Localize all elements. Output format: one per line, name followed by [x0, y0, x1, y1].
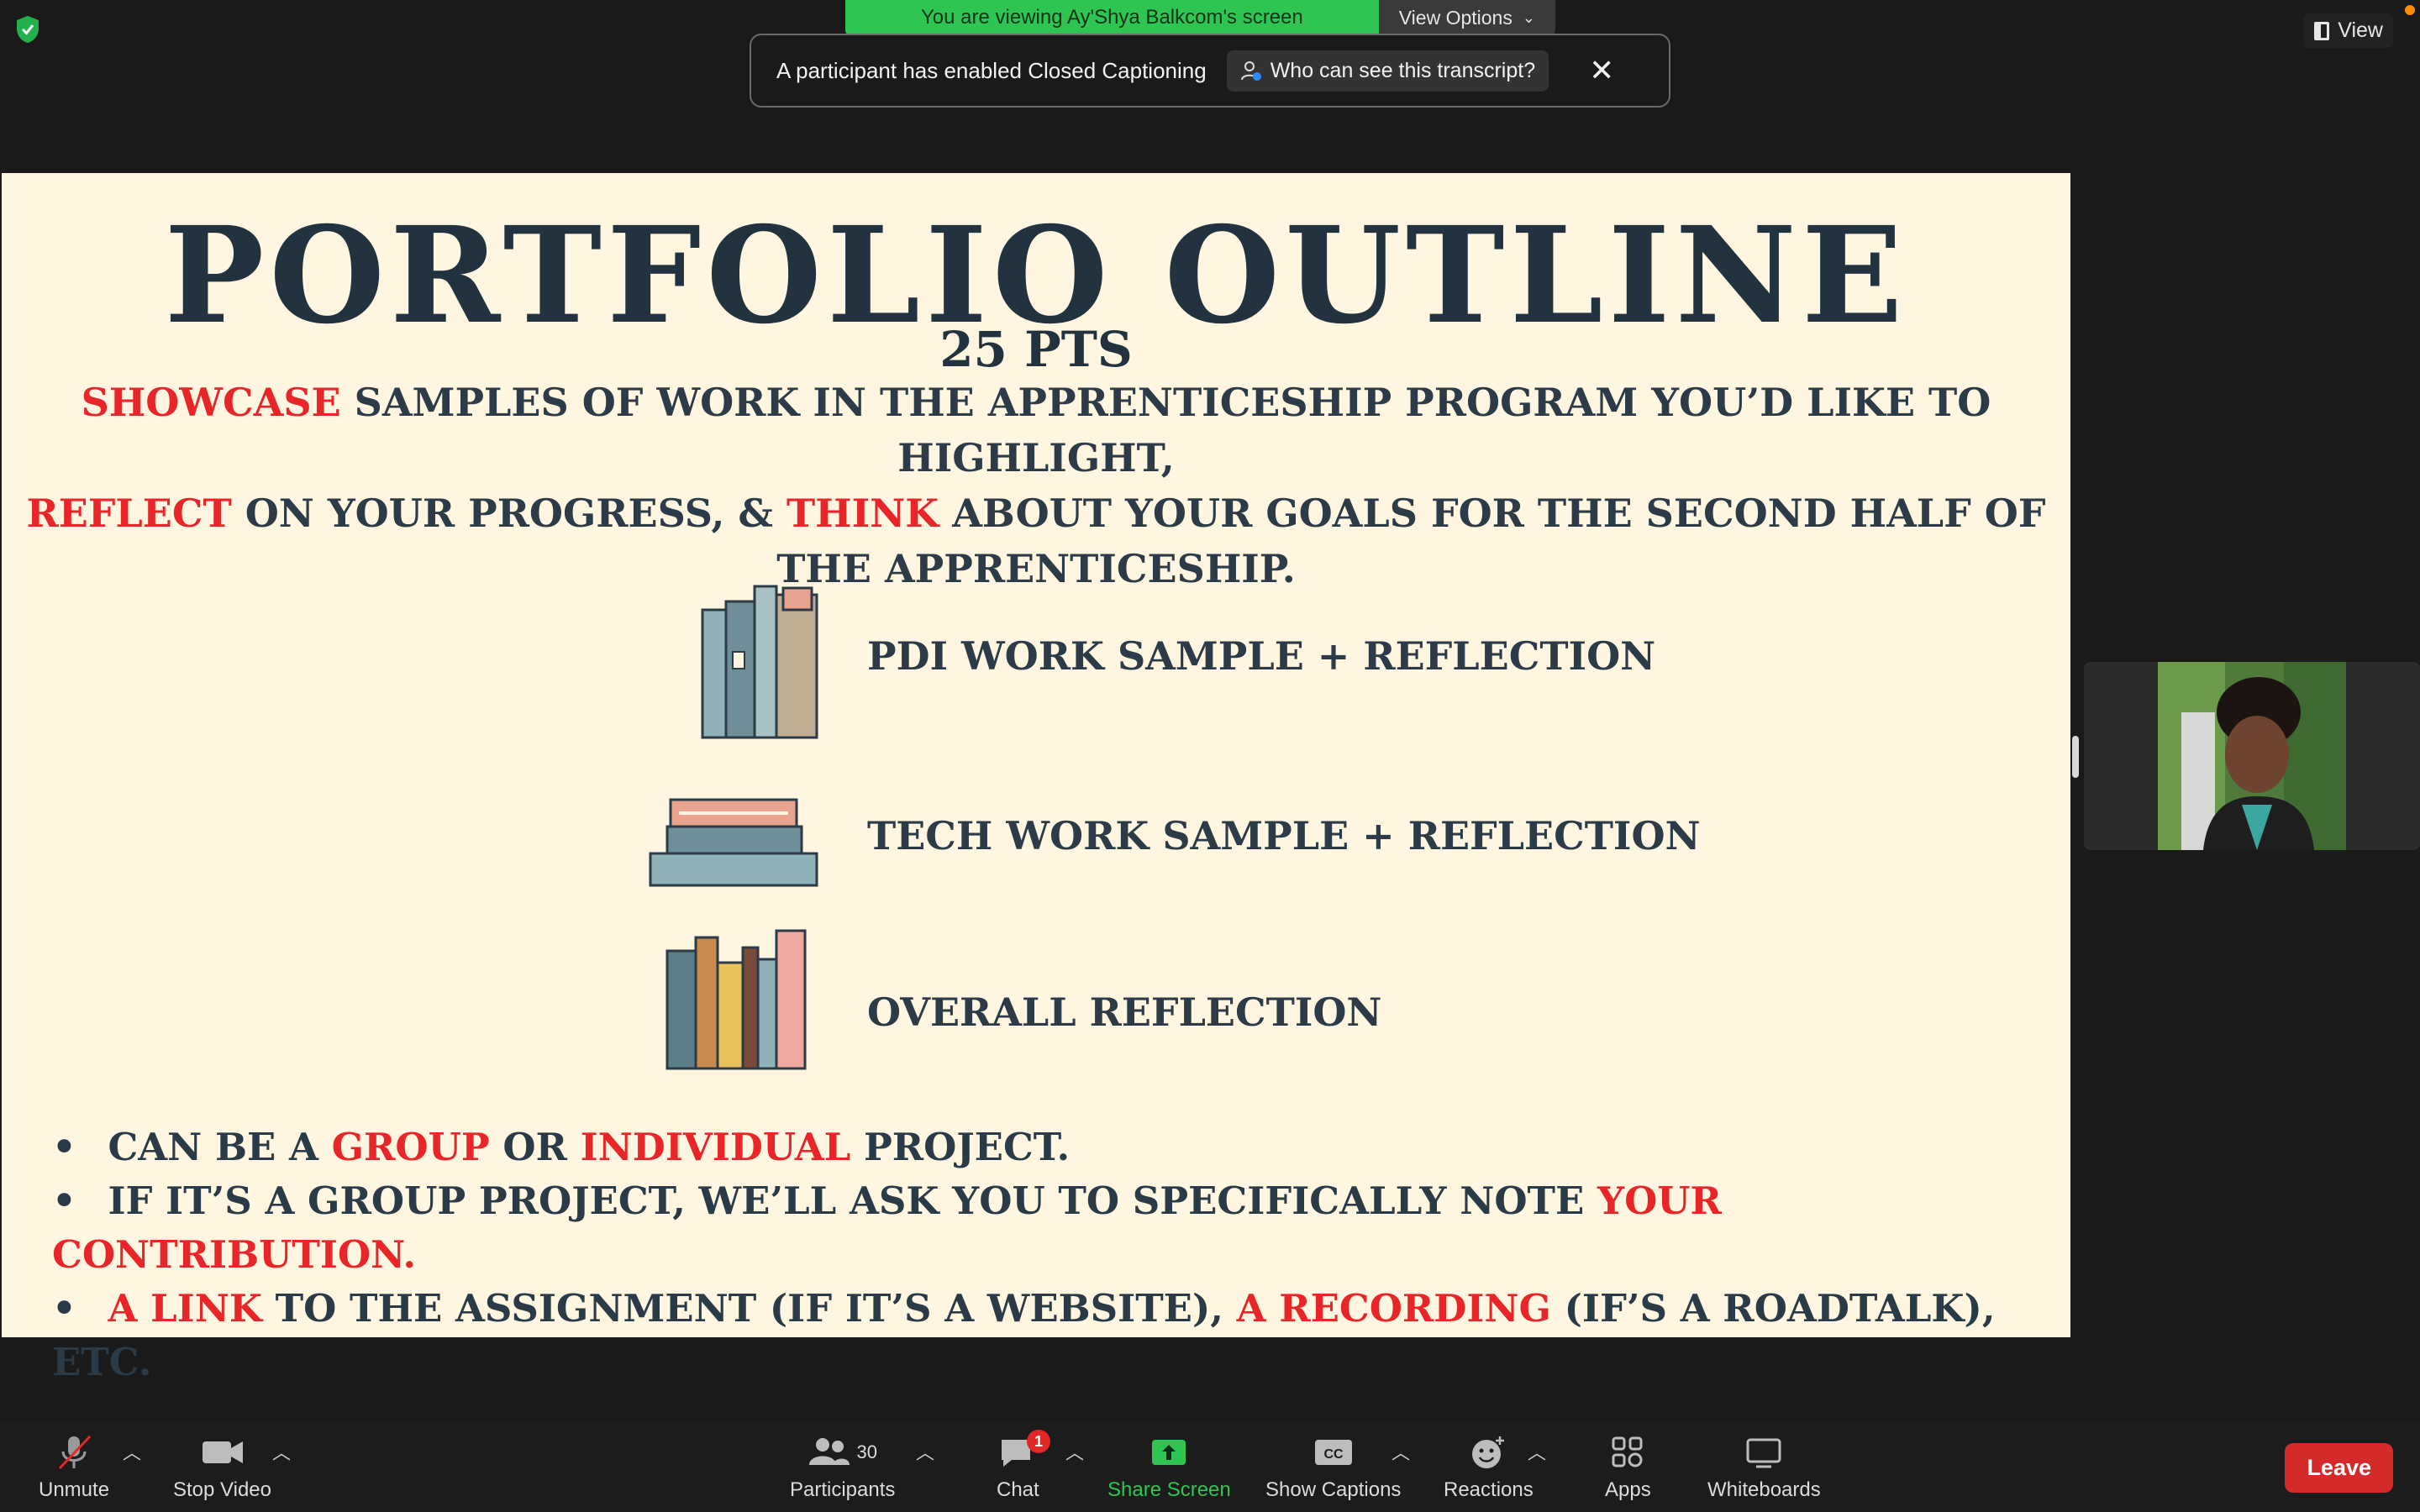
video-options-caret-icon[interactable]: ︿: [272, 1438, 291, 1465]
portfolio-item-pdi: PDI WORK SAMPLE + REFLECTION: [867, 633, 1656, 679]
layout-view-icon: [2314, 21, 2330, 40]
reactions-options-caret-icon[interactable]: ︿: [1528, 1438, 1546, 1465]
stacked-books-illustration: [649, 798, 818, 887]
audio-options-caret-icon[interactable]: ︿: [123, 1438, 141, 1465]
close-icon[interactable]: ✕: [1589, 55, 1614, 86]
bullet-keyword-group: GROUP: [331, 1125, 490, 1169]
participant-video-thumbnail[interactable]: [2158, 662, 2346, 850]
bullet-text: TO THE ASSIGNMENT (IF IT’S A WEBSITE),: [261, 1286, 1237, 1331]
notification-dot: [2405, 5, 2415, 15]
participants-icon: [809, 1438, 850, 1465]
bullet-text: PROJECT.: [850, 1125, 1071, 1169]
bullet-group-individual: CAN BE A GROUP OR INDIVIDUAL PROJECT.: [52, 1121, 2070, 1174]
apps-label: Apps: [1605, 1478, 1651, 1501]
emoji-reaction-icon: [1472, 1436, 1505, 1468]
meeting-toolbar: Unmute ︿ Stop Video ︿ 30 Participants ︿ …: [0, 1421, 2420, 1512]
who-can-see-transcript-button[interactable]: Who can see this transcript?: [1226, 50, 1549, 92]
chevron-down-icon: ⌄: [1522, 8, 1535, 26]
apps-button[interactable]: Apps: [1605, 1433, 1651, 1502]
bullet-keyword-link: A LINK: [108, 1286, 262, 1331]
share-screen-label: Share Screen: [1107, 1478, 1231, 1501]
bullet-link-recording: A LINK TO THE ASSIGNMENT (IF IT’S A WEBS…: [52, 1282, 2070, 1389]
whiteboards-label: Whiteboards: [1707, 1478, 1821, 1501]
who-can-see-label: Who can see this transcript?: [1270, 58, 1536, 82]
share-screen-icon: [1152, 1440, 1186, 1465]
whiteboard-icon: [1746, 1438, 1781, 1468]
view-options-label: View Options: [1398, 6, 1512, 29]
cc-notification-message: A participant has enabled Closed Caption…: [776, 57, 1207, 83]
microphone-muted-icon: [58, 1435, 92, 1470]
bullet-keyword-individual: INDIVIDUAL: [580, 1125, 851, 1169]
apps-icon: [1612, 1436, 1643, 1467]
chat-label: Chat: [997, 1478, 1039, 1501]
standing-books-illustration: [701, 585, 818, 739]
chat-options-caret-icon[interactable]: ︿: [1065, 1438, 1084, 1465]
slide-points: 25 PTS: [939, 321, 1133, 378]
bullet-text: OR: [489, 1125, 581, 1169]
view-button-label: View: [2338, 18, 2383, 42]
video-camera-icon: [202, 1441, 243, 1463]
participants-button[interactable]: 30 Participants: [790, 1433, 895, 1502]
stop-video-label: Stop Video: [173, 1478, 271, 1501]
intro-keyword-think: THINK: [786, 491, 939, 536]
captions-options-caret-icon[interactable]: ︿: [1392, 1438, 1410, 1465]
view-button[interactable]: View: [2304, 13, 2393, 48]
intro-text-2: ON YOUR PROGRESS, &: [231, 491, 786, 536]
closed-captioning-notification: A participant has enabled Closed Caption…: [750, 34, 1670, 108]
person-info-icon: [1240, 61, 1261, 81]
stop-video-button[interactable]: Stop Video: [173, 1433, 271, 1502]
unmute-label: Unmute: [39, 1478, 110, 1501]
intro-text-1: SAMPLES OF WORK IN THE APPRENTICESHIP PR…: [340, 380, 1991, 480]
participants-icon-group: 30: [808, 1433, 877, 1478]
whiteboards-button[interactable]: Whiteboards: [1707, 1433, 1821, 1502]
captions-icon-text: CC: [1323, 1447, 1344, 1462]
view-options-button[interactable]: View Options ⌄: [1378, 0, 1555, 35]
bullet-text: CAN BE A: [108, 1125, 332, 1169]
portfolio-item-overall: OVERALL REFLECTION: [867, 990, 1382, 1035]
panel-resize-handle[interactable]: [2072, 736, 2079, 778]
bullet-contribution: IF IT’S A GROUP PROJECT, WE’LL ASK YOU T…: [52, 1174, 2070, 1282]
participants-label: Participants: [790, 1478, 896, 1501]
participant-count: 30: [856, 1441, 877, 1462]
show-captions-label: Show Captions: [1265, 1478, 1402, 1501]
viewing-screen-label: You are viewing Ay'Shya Balkcom's screen: [845, 0, 1379, 35]
chat-unread-badge: 1: [1027, 1430, 1050, 1453]
security-shield-icon[interactable]: [15, 15, 40, 44]
unmute-button[interactable]: Unmute: [39, 1433, 109, 1502]
slide-bullet-list: CAN BE A GROUP OR INDIVIDUAL PROJECT. IF…: [52, 1121, 2070, 1389]
share-screen-button[interactable]: Share Screen: [1107, 1433, 1231, 1502]
participants-options-caret-icon[interactable]: ︿: [916, 1438, 934, 1465]
bullet-keyword-recording: A RECORDING: [1236, 1286, 1551, 1331]
intro-keyword-reflect: REFLECT: [26, 491, 232, 536]
shared-screen-slide: PORTFOLIO OUTLINE 25 PTS SHOWCASE SAMPLE…: [2, 173, 2070, 1384]
bullet-text: IF IT’S A GROUP PROJECT, WE’LL ASK YOU T…: [108, 1179, 1597, 1223]
reactions-button[interactable]: Reactions: [1444, 1433, 1534, 1502]
closed-captions-icon: CC: [1314, 1440, 1352, 1465]
colorful-books-illustration: [666, 929, 807, 1070]
show-captions-button[interactable]: CC Show Captions: [1265, 1433, 1401, 1502]
portfolio-item-tech: TECH WORK SAMPLE + REFLECTION: [867, 813, 1701, 858]
leave-meeting-button[interactable]: Leave: [2285, 1443, 2393, 1493]
slide-intro-text: SHOWCASE SAMPLES OF WORK IN THE APPRENTI…: [18, 375, 2054, 596]
reactions-label: Reactions: [1444, 1478, 1534, 1501]
screen-share-banner: You are viewing Ay'Shya Balkcom's screen…: [845, 0, 1555, 35]
intro-keyword-showcase: SHOWCASE: [81, 380, 341, 425]
intro-text-3: ABOUT YOUR GOALS FOR THE SECOND HALF OF …: [776, 491, 2046, 591]
